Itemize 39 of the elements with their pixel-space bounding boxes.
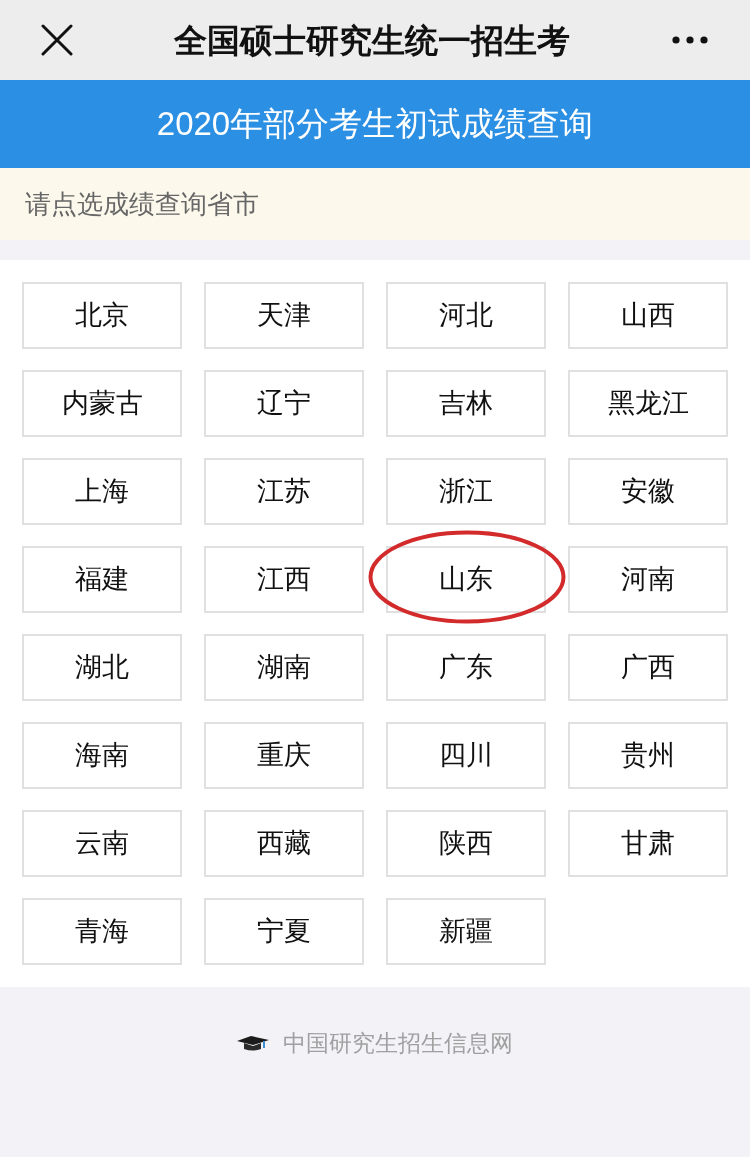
graduation-cap-icon [237,1034,269,1052]
more-icon [672,36,708,44]
province-button[interactable]: 山东 [386,546,546,613]
page-title: 全国硕士研究生统一招生考 [174,23,570,57]
province-button[interactable]: 重庆 [204,722,364,789]
province-button[interactable]: 湖北 [22,634,182,701]
banner-title: 2020年部分考生初试成绩查询 [156,104,594,145]
province-button[interactable]: 吉林 [386,370,546,437]
province-button[interactable]: 江苏 [204,458,364,525]
province-button[interactable]: 陕西 [386,810,546,877]
province-button[interactable]: 天津 [204,282,364,349]
province-button[interactable]: 河南 [568,546,728,613]
province-button[interactable]: 北京 [22,282,182,349]
province-button[interactable]: 青海 [22,898,182,965]
province-button[interactable]: 黑龙江 [568,370,728,437]
province-button[interactable]: 海南 [22,722,182,789]
province-button[interactable]: 湖南 [204,634,364,701]
province-button[interactable]: 安徽 [568,458,728,525]
close-button[interactable] [40,23,74,57]
close-icon [41,24,73,56]
province-button[interactable]: 四川 [386,722,546,789]
province-button[interactable]: 新疆 [386,898,546,965]
province-button[interactable]: 河北 [386,282,546,349]
province-button[interactable]: 辽宁 [204,370,364,437]
province-button[interactable]: 贵州 [568,722,728,789]
province-button[interactable]: 广西 [568,634,728,701]
province-button[interactable]: 山西 [568,282,728,349]
province-button[interactable]: 浙江 [386,458,546,525]
footer-text: 中国研究生招生信息网 [283,1028,513,1058]
province-button[interactable]: 上海 [22,458,182,525]
province-button[interactable]: 宁夏 [204,898,364,965]
province-button[interactable]: 广东 [386,634,546,701]
province-button[interactable]: 西藏 [204,810,364,877]
province-button[interactable]: 福建 [22,546,182,613]
notice-text: 请点选成绩查询省市 [25,187,259,221]
province-button[interactable]: 甘肃 [568,810,728,877]
province-button[interactable]: 江西 [204,546,364,613]
province-button[interactable]: 内蒙古 [22,370,182,437]
province-button[interactable]: 云南 [22,810,182,877]
